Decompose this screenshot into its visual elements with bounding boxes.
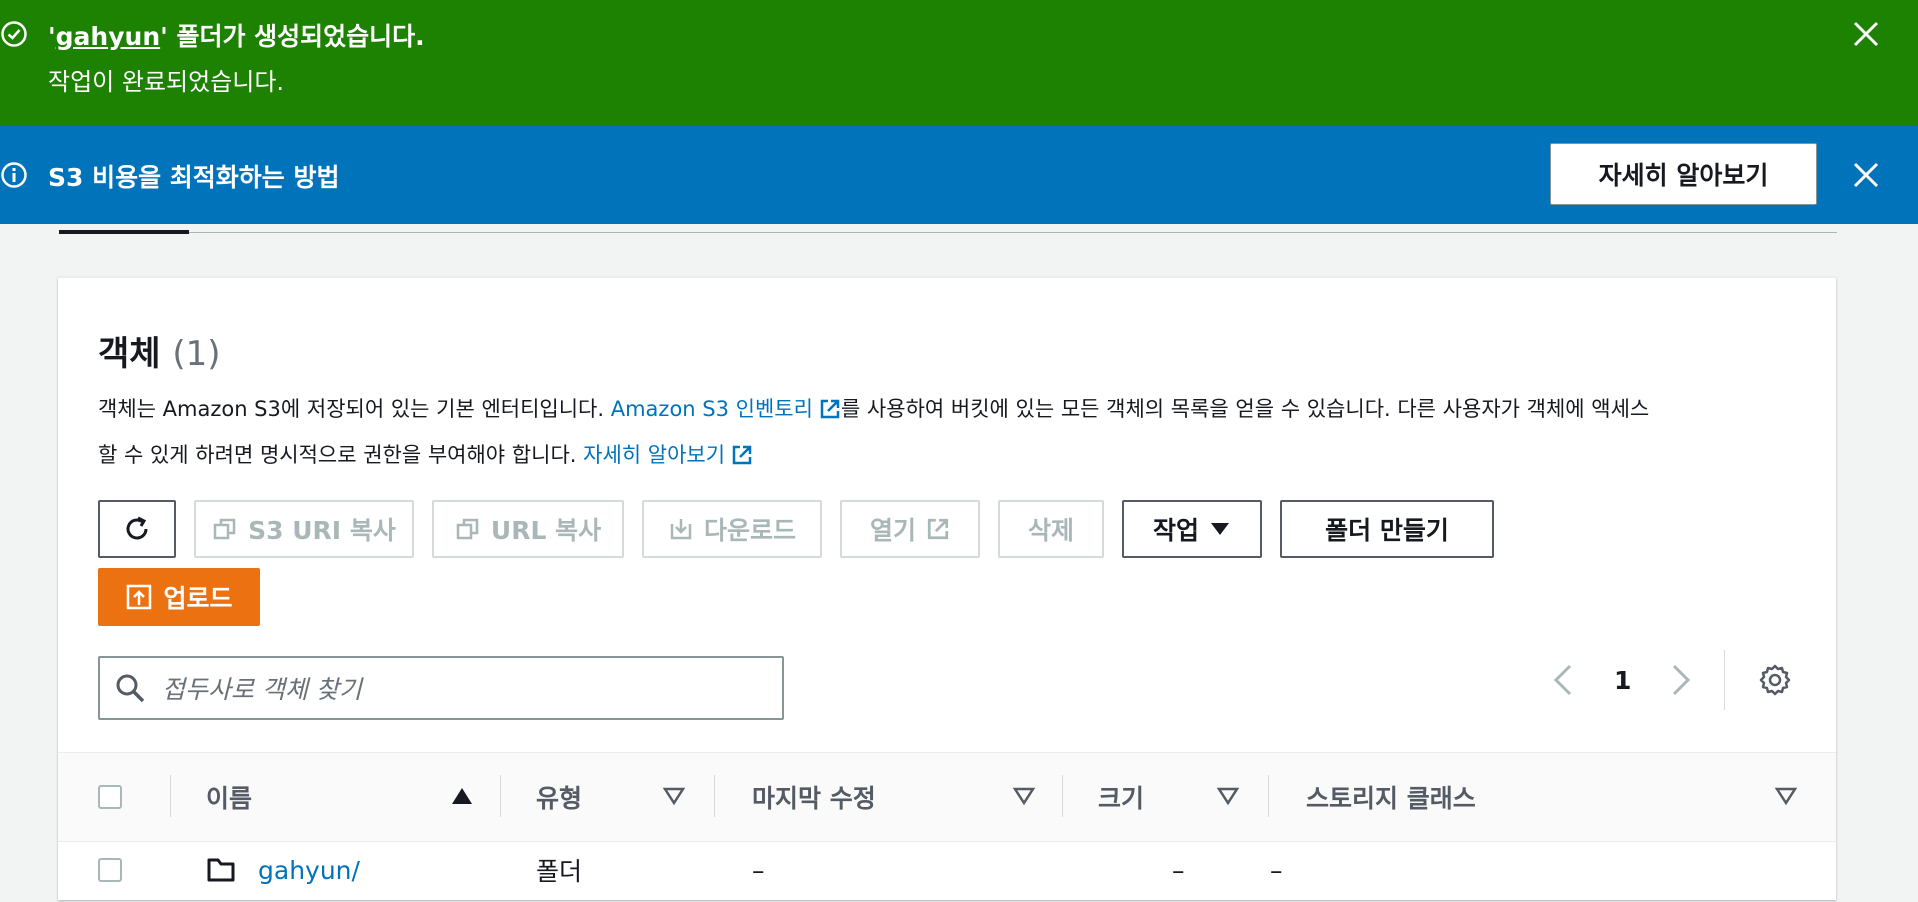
create-folder-button[interactable]: 폴더 만들기	[1280, 500, 1494, 558]
inventory-link[interactable]: Amazon S3 인벤토리	[611, 397, 813, 421]
object-storage-class: –	[1270, 855, 1283, 885]
gear-icon[interactable]	[1758, 663, 1792, 697]
success-subtitle: 작업이 완료되었습니다.	[48, 68, 285, 96]
copy-icon	[456, 518, 479, 540]
close-icon	[1853, 21, 1879, 47]
tab-divider	[59, 232, 1837, 233]
sort-icon[interactable]	[662, 785, 686, 807]
column-header-last-modified[interactable]: 마지막 수정	[752, 753, 876, 841]
table-header: 이름 유형 마지막 수정 크기 스토리지 클래스	[58, 752, 1836, 842]
refresh-icon	[126, 516, 148, 540]
info-title: S3 비용을 최적화하는 방법	[48, 163, 340, 192]
copy-s3-uri-button[interactable]: S3 URI 복사	[194, 500, 414, 558]
caret-down-icon	[1211, 523, 1229, 535]
close-icon	[1853, 162, 1879, 188]
external-link-icon	[731, 438, 753, 480]
object-last-modified: –	[752, 855, 765, 885]
download-icon	[670, 519, 692, 540]
chevron-right-icon[interactable]	[1666, 662, 1696, 698]
dismiss-info-button[interactable]	[1846, 155, 1886, 195]
objects-count: (1)	[172, 334, 221, 374]
info-circle-icon	[0, 161, 28, 193]
upload-icon	[127, 584, 152, 610]
open-button[interactable]: 열기	[840, 500, 980, 558]
learn-more-button[interactable]: 자세히 알아보기	[1550, 143, 1817, 205]
chevron-left-icon[interactable]	[1548, 662, 1578, 698]
folder-icon	[207, 858, 235, 882]
search-input[interactable]	[160, 666, 764, 712]
search-icon	[116, 674, 145, 703]
check-circle-icon	[0, 20, 28, 52]
objects-panel: 객체 (1) 객체는 Amazon S3에 저장되어 있는 기본 엔터티입니다.…	[58, 277, 1836, 900]
copy-url-button[interactable]: URL 복사	[432, 500, 624, 558]
learn-more-link[interactable]: 자세히 알아보기	[583, 443, 725, 467]
external-link-icon	[819, 392, 841, 434]
external-link-icon	[927, 518, 949, 540]
object-type: 폴더	[536, 857, 583, 886]
objects-description: 객체는 Amazon S3에 저장되어 있는 기본 엔터티입니다. Amazon…	[98, 388, 1798, 480]
sort-icon[interactable]	[1216, 785, 1240, 807]
actions-dropdown[interactable]: 작업	[1122, 500, 1262, 558]
column-header-type[interactable]: 유형	[536, 753, 582, 841]
object-name-link[interactable]: gahyun/	[258, 840, 360, 900]
column-header-name[interactable]: 이름	[206, 753, 252, 841]
table-row[interactable]: gahyun/ 폴더 – – –	[58, 840, 1836, 900]
success-flashbar: 'gahyun' 폴더가 생성되었습니다. 작업이 완료되었습니다.	[0, 0, 1918, 126]
column-header-storage-class[interactable]: 스토리지 클래스	[1306, 753, 1476, 841]
delete-button[interactable]: 삭제	[998, 500, 1104, 558]
row-checkbox[interactable]	[98, 858, 122, 882]
active-tab-indicator	[59, 230, 189, 234]
success-title: 'gahyun' 폴더가 생성되었습니다.	[48, 22, 425, 51]
refresh-button[interactable]	[98, 500, 176, 558]
info-flashbar: S3 비용을 최적화하는 방법 자세히 알아보기	[0, 126, 1918, 224]
upload-button[interactable]: 업로드	[98, 568, 260, 626]
object-size: –	[1172, 855, 1185, 885]
sort-icon[interactable]	[1774, 785, 1798, 807]
sort-icon[interactable]	[1012, 785, 1036, 807]
column-header-size[interactable]: 크기	[1098, 753, 1144, 841]
main-content: 객체 (1) 객체는 Amazon S3에 저장되어 있는 기본 엔터티입니다.…	[0, 224, 1918, 902]
sort-ascending-icon[interactable]	[450, 785, 474, 807]
folder-name-link[interactable]: gahyun	[56, 22, 160, 51]
objects-heading: 객체 (1)	[98, 334, 221, 374]
download-button[interactable]: 다운로드	[642, 500, 822, 558]
pager-divider	[1724, 650, 1725, 710]
object-search[interactable]	[98, 656, 784, 720]
dismiss-success-button[interactable]	[1846, 14, 1886, 54]
current-page[interactable]: 1	[1614, 666, 1631, 695]
copy-icon	[213, 518, 236, 540]
select-all-checkbox[interactable]	[98, 785, 122, 809]
